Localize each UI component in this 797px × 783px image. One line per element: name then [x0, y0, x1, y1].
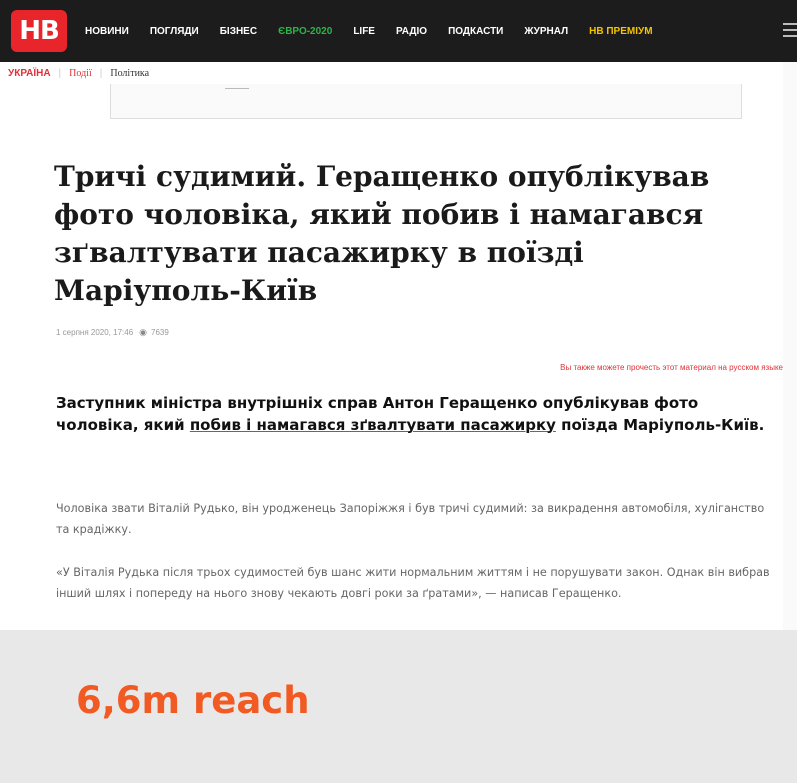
nv-logo[interactable]: НВ: [11, 10, 67, 52]
article-title: Тричі судимий. Геращенко опублікував фот…: [54, 160, 710, 307]
nav-item-news[interactable]: НОВИНИ: [85, 26, 129, 37]
nav-item-business[interactable]: БІЗНЕС: [220, 26, 257, 37]
page-edge: [783, 62, 797, 630]
ad-placeholder: [110, 84, 742, 119]
article-quote-paragraph: «У Віталія Рудька після трьох судимостей…: [56, 566, 770, 600]
reach-panel: 6,6m reach: [0, 630, 797, 783]
breadcrumb: УКРАЇНА | Події | Політика: [0, 62, 783, 85]
lead-link[interactable]: побив і намагався зґвалтувати пасажирку: [190, 416, 556, 434]
nav-item-radio[interactable]: РАДІО: [396, 26, 427, 37]
lead-text-end: поїзда Маріуполь-Київ.: [555, 416, 765, 434]
breadcrumb-subcategory[interactable]: Політика: [110, 68, 149, 79]
ad-placeholder-line: [225, 88, 249, 89]
article-meta: 1 серпня 2020, 17:46 ◉ 7639: [56, 327, 169, 338]
breadcrumb-section[interactable]: УКРАЇНА: [8, 68, 51, 79]
hamburger-menu-icon[interactable]: [783, 14, 797, 46]
nav-item-life[interactable]: LIFE: [353, 26, 375, 37]
top-navigation-bar: НВ НОВИНИ ПОГЛЯДИ БІЗНЕС ЄВРО-2020 LIFE …: [0, 0, 797, 62]
article-body: Тричі судимий. Геращенко опублікував фот…: [0, 84, 783, 630]
nav-item-opinions[interactable]: ПОГЛЯДИ: [150, 26, 199, 37]
breadcrumb-category[interactable]: Події: [69, 68, 92, 79]
main-nav: НОВИНИ ПОГЛЯДИ БІЗНЕС ЄВРО-2020 LIFE РАД…: [85, 26, 674, 37]
article-paragraph: Чоловіка звати Віталій Рудько, він уродж…: [56, 502, 765, 536]
eye-icon: ◉: [139, 327, 147, 337]
nav-item-magazine[interactable]: ЖУРНАЛ: [524, 26, 568, 37]
nav-item-podcasts[interactable]: ПОДКАСТИ: [448, 26, 503, 37]
reach-stat: 6,6m reach: [76, 679, 310, 722]
nav-item-premium[interactable]: НВ ПРЕМІУМ: [589, 26, 652, 37]
breadcrumb-divider: |: [99, 67, 103, 79]
russian-version-link[interactable]: Вы также можете прочесть этот материал н…: [560, 363, 783, 372]
article-lead: Заступник міністра внутрішніх справ Анто…: [56, 392, 771, 436]
nav-item-euro-2020[interactable]: ЄВРО-2020: [278, 26, 332, 37]
breadcrumb-divider: |: [58, 67, 62, 79]
publish-date: 1 серпня 2020, 17:46: [56, 328, 134, 337]
view-count: 7639: [151, 328, 169, 337]
